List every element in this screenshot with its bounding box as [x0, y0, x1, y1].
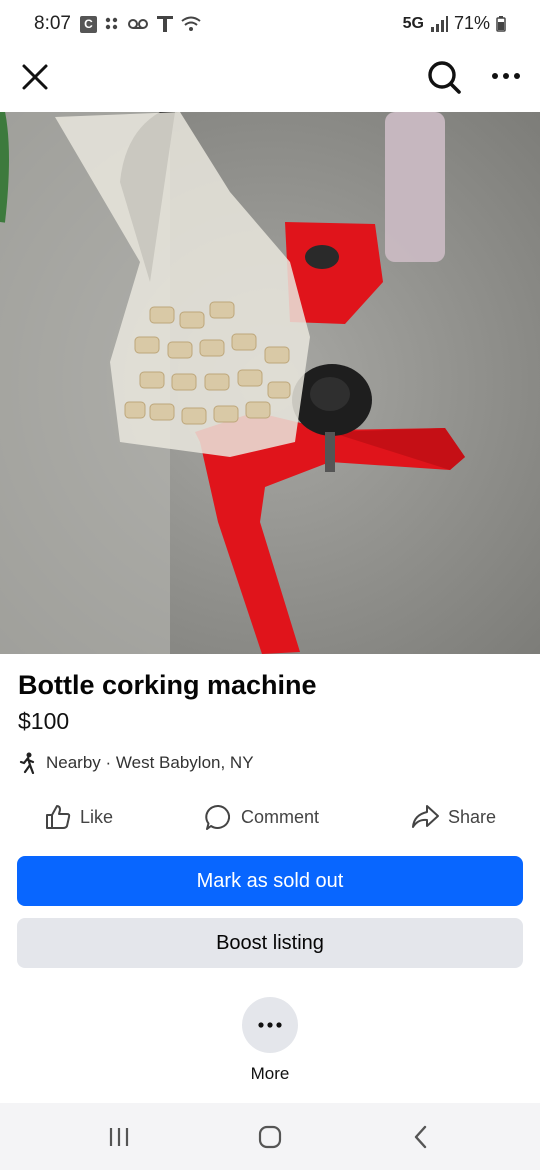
status-right-icons: 5G 71%: [403, 13, 506, 34]
back-button[interactable]: [403, 1121, 439, 1153]
like-button[interactable]: Like: [44, 796, 113, 838]
boost-listing-button[interactable]: Boost listing: [17, 918, 523, 968]
voicemail-icon: [128, 19, 148, 29]
system-nav-bar: [0, 1103, 540, 1170]
home-icon: [258, 1125, 282, 1149]
status-bar: 8:07 C 5G 71%: [0, 0, 540, 50]
recent-apps-icon: [109, 1128, 129, 1146]
search-icon: [428, 61, 461, 94]
close-button[interactable]: [18, 60, 52, 94]
listing-title: Bottle corking machine: [18, 670, 317, 700]
more-options-button[interactable]: [488, 66, 524, 86]
action-row: Like Comment Share: [0, 796, 540, 838]
status-time: 8:07: [34, 13, 71, 34]
battery-icon: [496, 15, 506, 32]
top-app-bar: [0, 50, 540, 112]
comment-icon: [205, 804, 231, 830]
back-icon: [414, 1125, 427, 1149]
dots-icon: [105, 17, 118, 30]
walking-icon: [19, 752, 35, 774]
more-button[interactable]: [242, 997, 298, 1053]
more-label: More: [250, 1064, 290, 1083]
c-notification-icon: C: [80, 15, 97, 33]
location-text: Nearby · West Babylon, NY: [46, 753, 254, 772]
thumbs-up-icon: [46, 805, 71, 829]
share-label: Share: [448, 806, 497, 827]
recent-apps-button[interactable]: [101, 1121, 137, 1153]
comment-button[interactable]: Comment: [204, 796, 319, 838]
mark-as-sold-button[interactable]: Mark as sold out: [17, 856, 523, 906]
like-label: Like: [80, 806, 114, 827]
close-icon: [22, 64, 48, 90]
share-icon: [412, 805, 439, 828]
listing-price: $100: [18, 708, 70, 734]
more-horizontal-icon: [492, 73, 520, 79]
network-label: 5G: [402, 14, 424, 32]
more-horizontal-icon: [258, 1022, 282, 1028]
battery-percent: 71%: [453, 13, 490, 33]
listing-photo-illustration: [0, 112, 540, 654]
listing-location: Nearby · West Babylon, NY: [18, 752, 254, 774]
t-mobile-icon: [157, 16, 173, 32]
home-button[interactable]: [252, 1121, 288, 1153]
wifi-icon: [181, 16, 201, 31]
status-left-icons: C: [80, 14, 201, 34]
listing-photo[interactable]: [0, 112, 540, 654]
share-button[interactable]: Share: [410, 796, 496, 838]
comment-label: Comment: [241, 806, 320, 827]
search-button[interactable]: [425, 58, 463, 96]
signal-icon: [430, 15, 448, 32]
